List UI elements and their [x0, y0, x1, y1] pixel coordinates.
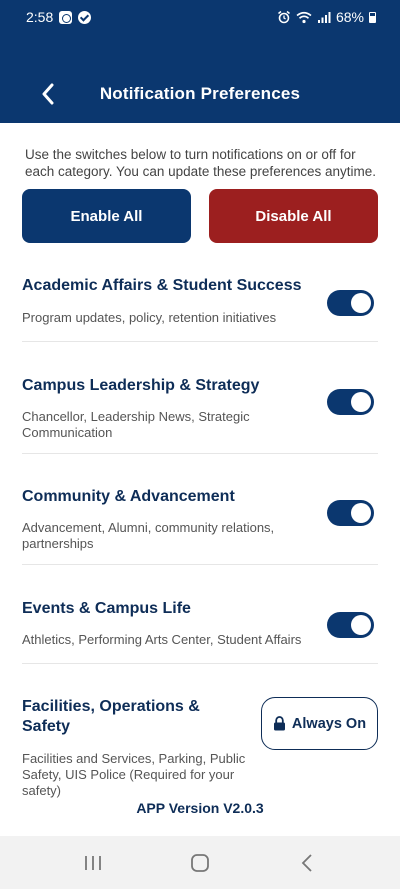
chevron-left-icon — [42, 83, 54, 105]
category-title: Events & Campus Life — [22, 600, 191, 617]
category-campus-leadership: Campus Leadership & Strategy Chancellor,… — [22, 376, 378, 454]
category-title: Campus Leadership & Strategy — [22, 377, 260, 394]
intro-text: Use the switches below to turn notificat… — [25, 147, 376, 179]
toggle-knob — [351, 615, 371, 635]
signal-icon — [317, 11, 331, 23]
wifi-icon — [296, 11, 312, 23]
home-icon — [191, 853, 209, 872]
home-button[interactable] — [180, 848, 220, 878]
category-description: Chancellor, Leadership News, Strategic C… — [22, 409, 250, 440]
category-description: Athletics, Performing Arts Center, Stude… — [22, 632, 302, 647]
category-title: Academic Affairs & Student Success — [22, 277, 302, 294]
toggle-community-advancement[interactable] — [327, 500, 374, 526]
category-description: Advancement, Alumni, community relations… — [22, 520, 275, 551]
notification-app-icon — [59, 10, 73, 24]
toggle-knob — [351, 503, 371, 523]
category-community-advancement: Community & Advancement Advancement, Alu… — [22, 487, 378, 565]
page-title: Notification Preferences — [99, 84, 301, 103]
app-version: APP Version V2.0.3 — [136, 800, 264, 816]
check-circle-icon — [78, 10, 92, 24]
always-on-label: Always On — [291, 715, 367, 732]
always-on-badge: Always On — [261, 697, 378, 750]
toggle-events-campus-life[interactable] — [327, 612, 374, 638]
battery-icon — [369, 11, 376, 23]
toggle-academic-affairs[interactable] — [327, 290, 374, 316]
status-time: 2:58 — [26, 9, 54, 25]
system-back-button[interactable] — [287, 848, 327, 878]
battery-percent: 68% — [335, 9, 364, 25]
system-nav-bar — [0, 836, 400, 889]
enable-all-button[interactable]: Enable All — [22, 189, 191, 243]
toggle-knob — [351, 293, 371, 313]
category-description: Facilities and Services, Parking, Public… — [22, 751, 246, 798]
category-events-campus-life: Events & Campus Life Athletics, Performi… — [22, 599, 378, 664]
toggle-campus-leadership[interactable] — [327, 389, 374, 415]
toggle-knob — [351, 392, 371, 412]
alarm-icon — [278, 10, 290, 24]
status-bar: 2:58 68% — [0, 0, 400, 34]
title-bar: Notification Preferences — [0, 70, 400, 118]
lock-icon — [273, 716, 285, 731]
back-icon — [301, 853, 312, 872]
category-description: Program updates, policy, retention initi… — [22, 310, 277, 325]
recent-apps-icon — [85, 855, 102, 870]
disable-all-button[interactable]: Disable All — [209, 189, 378, 243]
category-title: Community & Advancement — [22, 488, 235, 505]
category-title: Facilities, Operations & Safety — [22, 698, 200, 735]
recent-apps-button[interactable] — [73, 848, 113, 878]
app-header: 2:58 68% Notification Preferences — [0, 0, 400, 123]
category-academic-affairs: Academic Affairs & Student Success Progr… — [22, 276, 378, 342]
category-facilities-safety: Facilities, Operations & Safety Faciliti… — [22, 697, 378, 798]
status-right: 68% — [277, 9, 376, 25]
status-left: 2:58 — [26, 9, 92, 25]
back-button[interactable] — [34, 80, 62, 108]
